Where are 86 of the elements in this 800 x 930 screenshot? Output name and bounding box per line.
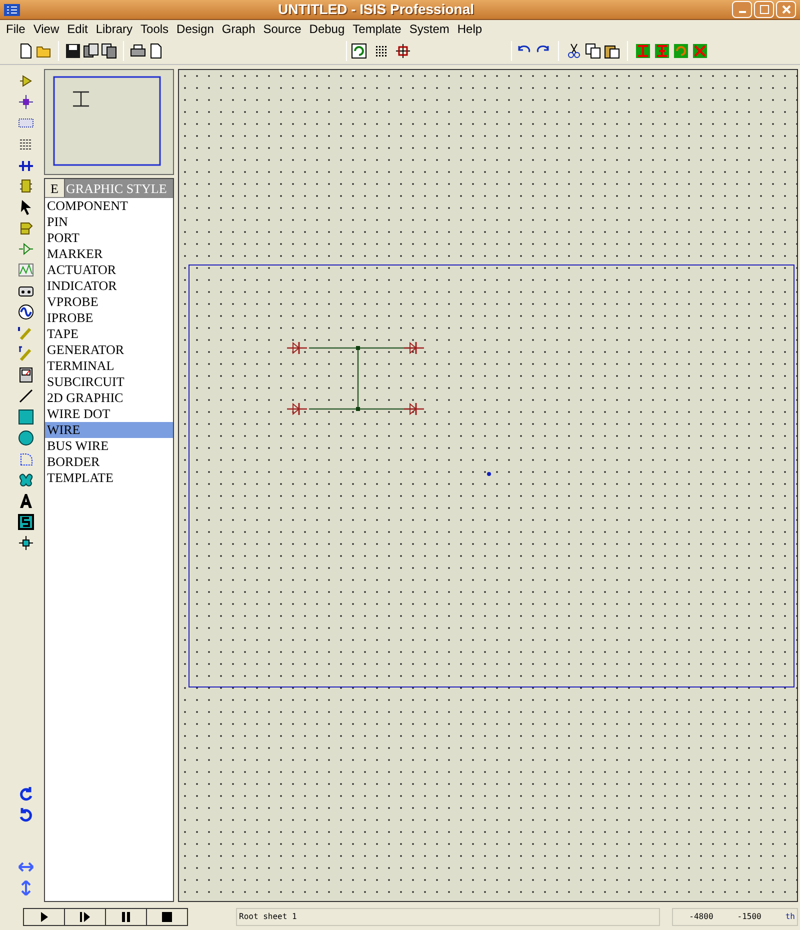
app-logo-icon — [4, 2, 20, 18]
line-tool-icon[interactable] — [18, 388, 34, 404]
new-file-icon[interactable] — [18, 42, 34, 58]
play-button[interactable] — [23, 908, 65, 926]
marker-icon[interactable] — [18, 535, 34, 551]
y-coordinate: -1500 — [737, 911, 762, 923]
terminal-icon[interactable] — [18, 220, 34, 236]
step-icon — [79, 911, 91, 923]
rotate-anticlockwise-icon[interactable] — [18, 807, 34, 823]
list-item[interactable]: IPROBE — [45, 310, 173, 326]
menu-item[interactable]: Tools — [140, 20, 169, 38]
menu-item[interactable]: Help — [457, 20, 482, 38]
instrument-icon[interactable] — [18, 367, 34, 383]
maximize-button[interactable] — [754, 1, 774, 18]
list-item[interactable]: TEMPLATE — [45, 470, 173, 486]
list-item[interactable]: 2D GRAPHIC — [45, 390, 173, 406]
maximize-icon — [760, 5, 768, 14]
pause-icon — [120, 911, 132, 923]
block-move-icon[interactable] — [654, 42, 670, 58]
list-header: GRAPHIC STYLE — [65, 180, 167, 197]
menu-item[interactable]: System — [409, 20, 450, 38]
list-item[interactable]: COMPONENT — [45, 198, 173, 214]
block-copy-icon[interactable] — [635, 42, 651, 58]
voltage-probe-icon[interactable] — [18, 325, 34, 341]
menu-item[interactable]: Design — [176, 20, 214, 38]
current-probe-icon[interactable] — [18, 346, 34, 362]
copy-icon[interactable] — [585, 42, 601, 58]
cut-icon[interactable] — [566, 42, 582, 58]
menu-item[interactable]: View — [33, 20, 60, 38]
tab-button[interactable]: E — [45, 179, 65, 197]
origin-icon[interactable] — [395, 42, 411, 58]
list-item[interactable]: WIRE — [45, 422, 173, 438]
window-title: UNTITLED - ISIS Professional — [276, 0, 476, 19]
path-tool-icon[interactable] — [18, 472, 34, 488]
step-button[interactable] — [64, 908, 106, 926]
list-item[interactable]: TAPE — [45, 326, 173, 342]
menu-item[interactable]: File — [6, 20, 26, 38]
list-item[interactable]: WIRE DOT — [45, 406, 173, 422]
play-icon — [38, 911, 50, 923]
pause-button[interactable] — [105, 908, 147, 926]
box-tool-icon[interactable] — [18, 409, 34, 425]
pin-icon[interactable] — [18, 241, 34, 257]
units-label: th — [785, 911, 795, 923]
close-icon — [782, 5, 790, 14]
arc-tool-icon[interactable] — [18, 451, 34, 467]
minimize-button[interactable] — [732, 1, 752, 18]
sheet-name: Root sheet 1 — [239, 911, 297, 923]
page-icon[interactable] — [148, 42, 164, 58]
symbol-icon[interactable] — [18, 514, 34, 530]
graph-icon[interactable] — [18, 262, 34, 278]
junction-dot-icon[interactable] — [18, 94, 34, 110]
list-item[interactable]: PIN — [45, 214, 173, 230]
list-item[interactable]: SUBCIRCUIT — [45, 374, 173, 390]
printer-icon[interactable] — [130, 42, 146, 58]
block-rotate-icon[interactable] — [673, 42, 689, 58]
menu-item[interactable]: Library — [96, 20, 133, 38]
list-item[interactable]: PORT — [45, 230, 173, 246]
stop-button[interactable] — [146, 908, 188, 926]
list-item[interactable]: MARKER — [45, 246, 173, 262]
list-item[interactable]: BUS WIRE — [45, 438, 173, 454]
list-item[interactable]: BORDER — [45, 454, 173, 470]
menu-item[interactable]: Debug — [309, 20, 345, 38]
stop-icon — [161, 911, 173, 923]
rotate-clockwise-icon[interactable] — [18, 786, 34, 802]
list-item[interactable]: VPROBE — [45, 294, 173, 310]
component-icon[interactable] — [18, 73, 34, 89]
x-coordinate: -4800 — [689, 911, 714, 923]
menu-item[interactable]: Template — [352, 20, 402, 38]
generator-icon[interactable] — [18, 304, 34, 320]
refresh-icon[interactable] — [351, 42, 367, 58]
menu-item[interactable]: Source — [263, 20, 302, 38]
close-button[interactable] — [776, 1, 796, 18]
block-delete-icon[interactable] — [692, 42, 708, 58]
subcircuit-icon[interactable] — [18, 178, 34, 194]
overview-panel[interactable] — [44, 69, 174, 175]
list-item[interactable]: GENERATOR — [45, 342, 173, 358]
save-icon[interactable] — [65, 42, 81, 58]
text-tool-icon[interactable] — [18, 493, 34, 509]
menu-item[interactable]: Graph — [222, 20, 256, 38]
list-item[interactable]: ACTUATOR — [45, 262, 173, 278]
list-item[interactable]: TERMINAL — [45, 358, 173, 374]
paste-icon[interactable] — [604, 42, 620, 58]
circle-tool-icon[interactable] — [18, 430, 34, 446]
menu-item[interactable]: Edit — [67, 20, 88, 38]
list-item[interactable]: INDICATOR — [45, 278, 173, 294]
minimize-icon — [738, 11, 746, 13]
